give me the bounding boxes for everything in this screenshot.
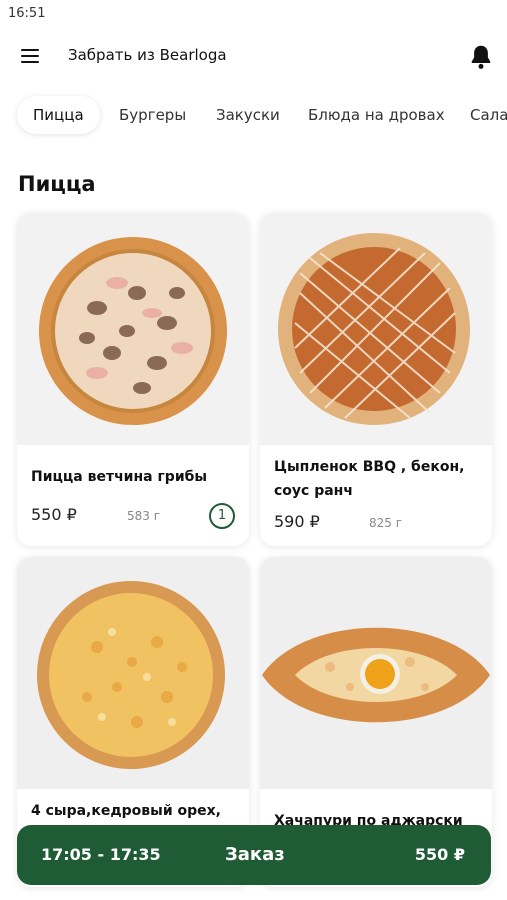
status-time: 16:51 — [8, 6, 46, 21]
page-title[interactable]: Забрать из Bearloga — [68, 46, 227, 64]
order-button[interactable]: 17:05 - 17:35 Заказ 550 ₽ — [17, 825, 491, 885]
product-weight: 583 г — [127, 509, 161, 523]
product-image — [260, 557, 492, 789]
product-name: 4 сыра,кедровый орех, — [31, 803, 221, 819]
hamburger-icon[interactable] — [16, 42, 44, 70]
tab-burgers[interactable]: Бургеры — [119, 96, 186, 134]
quantity-badge[interactable]: 1 — [209, 503, 235, 529]
product-name-line1: Цыпленок BBQ , бекон, — [274, 459, 465, 475]
tab-salads[interactable]: Сала — [470, 96, 507, 134]
product-card-chicken-bbq[interactable]: Цыпленок BBQ , бекон, соус ранч 590 ₽ 82… — [260, 213, 492, 546]
tab-snacks[interactable]: Закуски — [216, 96, 280, 134]
product-weight: 825 г — [369, 516, 403, 530]
product-price: 590 ₽ — [274, 512, 320, 531]
tab-wood-fired[interactable]: Блюда на дровах — [308, 96, 445, 134]
tab-pizza[interactable]: Пицца — [17, 96, 100, 134]
product-name: Пицца ветчина грибы — [31, 469, 208, 485]
product-name-line2: соус ранч — [274, 483, 353, 499]
product-image — [260, 213, 492, 445]
product-price: 550 ₽ — [31, 505, 77, 524]
app-bar: Забрать из Bearloga — [0, 28, 507, 84]
section-title: Пицца — [18, 172, 96, 196]
pickup-time: 17:05 - 17:35 — [41, 845, 161, 864]
status-bar: 16:51 — [0, 0, 507, 28]
product-image — [17, 213, 249, 445]
order-total: 550 ₽ — [414, 845, 465, 864]
bell-icon[interactable] — [466, 42, 496, 72]
product-card-ham-mushroom[interactable]: Пицца ветчина грибы 550 ₽ 583 г 1 — [17, 213, 249, 546]
order-label: Заказ — [225, 844, 285, 865]
product-image — [17, 557, 249, 789]
category-tabs: Пицца Бургеры Закуски Блюда на дровах Са… — [0, 92, 507, 140]
